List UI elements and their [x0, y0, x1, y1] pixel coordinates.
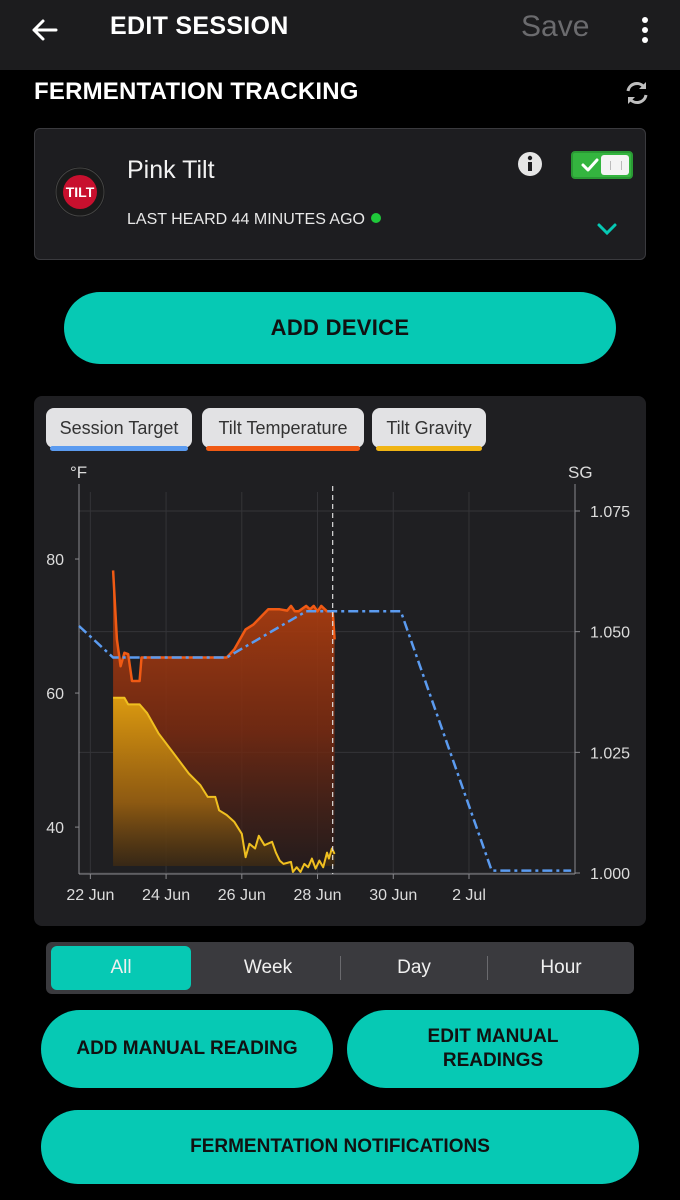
chart-card: Session Target Tilt Temperature Tilt Gra…	[34, 396, 646, 926]
x-tick-label: 2 Jul	[452, 887, 486, 904]
fermentation-chart[interactable]: °F SG 40 60 80 1.000 1.025 1.050 1.075 22 Jun 24 J…	[34, 396, 646, 926]
check-icon	[580, 155, 600, 175]
y-left-unit-label: °F	[70, 463, 87, 482]
x-tick-label: 30 Jun	[369, 887, 417, 904]
last-heard-status: LAST HEARD 44 MINUTES AGO	[127, 211, 381, 229]
x-tick-label: 28 Jun	[294, 887, 342, 904]
chevron-down-icon[interactable]	[595, 219, 619, 239]
x-tick-label: 26 Jun	[218, 887, 266, 904]
section-title: FERMENTATION TRACKING	[34, 78, 359, 105]
tilt-logo: TILT	[55, 167, 105, 217]
fermentation-notifications-button[interactable]: FERMENTATION NOTIFICATIONS	[41, 1110, 639, 1184]
add-manual-reading-button[interactable]: ADD MANUAL READING	[41, 1010, 333, 1088]
segment-divider	[340, 956, 341, 980]
range-tab-hour[interactable]: Hour	[491, 946, 631, 990]
time-range-selector: All Week Day Hour	[46, 942, 634, 994]
logo-text: TILT	[66, 184, 95, 200]
page-title: EDIT SESSION	[110, 12, 289, 40]
y-right-unit-label: SG	[568, 463, 593, 482]
device-card[interactable]: TILT Pink Tilt LAST HEARD 44 MINUTES AGO	[34, 128, 646, 260]
device-enabled-toggle[interactable]	[571, 151, 633, 179]
y-right-tick-label: 1.000	[590, 866, 630, 883]
x-tick-label: 22 Jun	[66, 887, 114, 904]
save-button[interactable]: Save	[521, 10, 589, 44]
y-right-tick-label: 1.025	[590, 745, 630, 762]
edit-manual-readings-button[interactable]: EDIT MANUAL READINGS	[347, 1010, 639, 1088]
range-tab-all[interactable]: All	[51, 946, 191, 990]
add-device-button[interactable]: ADD DEVICE	[64, 292, 616, 364]
range-tab-week[interactable]: Week	[198, 946, 338, 990]
y-left-tick-label: 40	[46, 820, 64, 837]
app-bar: EDIT SESSION Save	[0, 0, 680, 70]
y-left-tick-label: 60	[46, 686, 64, 703]
y-left-tick-label: 80	[46, 552, 64, 569]
status-dot	[371, 212, 381, 223]
x-tick-label: 24 Jun	[142, 887, 190, 904]
device-name: Pink Tilt	[127, 156, 215, 184]
toggle-knob	[601, 155, 629, 175]
more-options-icon[interactable]	[630, 10, 660, 50]
refresh-icon[interactable]	[622, 78, 652, 108]
range-tab-day[interactable]: Day	[344, 946, 484, 990]
y-right-tick-label: 1.050	[590, 625, 630, 642]
y-right-tick-label: 1.075	[590, 504, 630, 521]
last-heard-text: LAST HEARD 44 MINUTES AGO	[127, 211, 365, 228]
info-icon[interactable]	[517, 151, 545, 179]
back-arrow-icon[interactable]	[22, 10, 66, 50]
segment-divider	[487, 956, 488, 980]
